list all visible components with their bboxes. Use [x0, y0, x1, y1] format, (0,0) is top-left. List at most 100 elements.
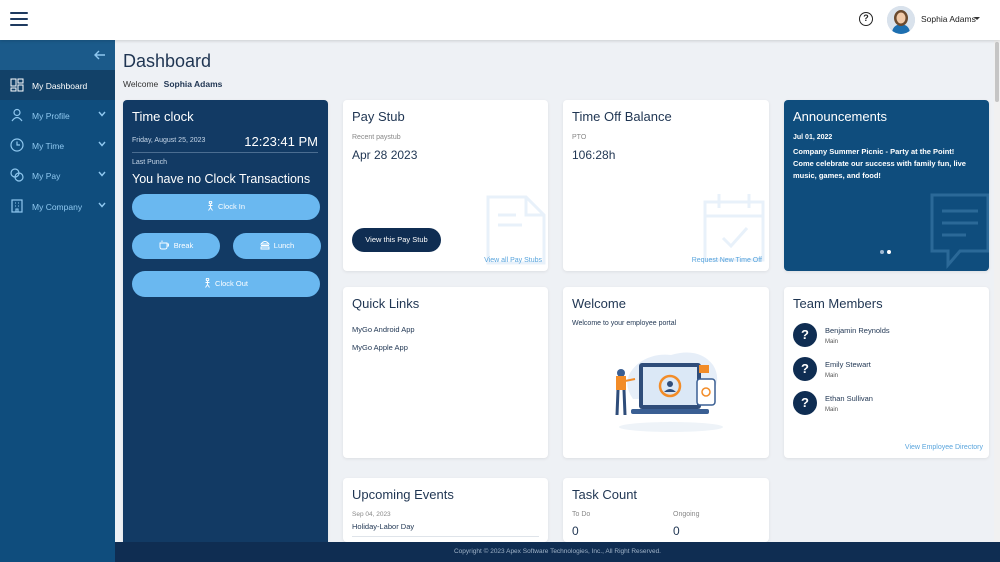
card-title: Quick Links	[352, 296, 420, 311]
divider	[132, 152, 318, 153]
team-member[interactable]: ? Ethan Sullivan Main	[793, 391, 973, 421]
announcement-date: Jul 01, 2022	[793, 134, 833, 141]
clock-in-button[interactable]: Clock In	[132, 194, 320, 220]
task-count-card: Task Count To Do 0 Ongoing 0	[563, 478, 769, 542]
view-employee-directory-link[interactable]: View Employee Directory	[905, 444, 983, 451]
burger-icon	[259, 241, 270, 250]
quick-link-item[interactable]: MyGo Android App	[352, 325, 415, 334]
card-title: Pay Stub	[352, 109, 405, 124]
sidebar-item-my-time[interactable]: My Time	[0, 130, 115, 160]
member-name: Ethan Sullivan	[825, 394, 873, 403]
welcome-text: Welcome to your employee portal	[572, 320, 677, 327]
chat-bubble-icon	[930, 193, 989, 270]
document-icon	[486, 195, 546, 265]
welcome-card: Welcome Welcome to your employee portal	[563, 287, 769, 458]
todo-label: To Do	[572, 511, 591, 518]
scrollbar[interactable]	[994, 40, 1000, 542]
member-location: Main	[825, 339, 839, 345]
announcement-text: Company Summer Picnic - Party at the Poi…	[793, 147, 966, 180]
card-title: Announcements	[793, 109, 887, 124]
member-name: Emily Stewart	[825, 360, 871, 369]
menu-icon[interactable]	[10, 12, 28, 28]
person-icon	[11, 108, 23, 122]
announcements-card: Announcements Jul 01, 2022 Company Summe…	[784, 100, 989, 271]
time-off-card: Time Off Balance PTO 106:28h Request New…	[563, 100, 769, 271]
request-time-off-link[interactable]: Request New Time Off	[692, 257, 762, 264]
chevron-down-icon	[98, 202, 106, 208]
clock-out-button[interactable]: Clock Out	[132, 271, 320, 297]
arrow-left-icon	[94, 50, 105, 60]
team-member[interactable]: ? Benjamin Reynolds Main	[793, 323, 973, 353]
scrollbar-thumb[interactable]	[995, 42, 999, 102]
lunch-label: Lunch	[273, 241, 295, 250]
sidebar-item-label: My Profile	[32, 111, 70, 121]
member-location: Main	[825, 407, 839, 413]
paystub-sub-label: Recent paystub	[352, 134, 401, 141]
carousel-dot[interactable]	[880, 250, 884, 254]
user-name[interactable]: Sophia Adams	[921, 14, 976, 24]
chevron-down-icon[interactable]	[974, 17, 980, 20]
member-location: Main	[825, 373, 839, 379]
team-member[interactable]: ? Emily Stewart Main	[793, 357, 973, 387]
event-name[interactable]: Holiday-Labor Day	[352, 522, 414, 531]
chevron-down-icon	[98, 171, 106, 177]
card-title: Welcome	[572, 296, 626, 311]
break-button[interactable]: Break	[132, 233, 220, 259]
quick-link-item[interactable]: MyGo Apple App	[352, 343, 408, 352]
sidebar-item-my-profile[interactable]: My Profile	[0, 100, 115, 130]
member-name: Benjamin Reynolds	[825, 326, 890, 335]
card-title: Upcoming Events	[352, 487, 454, 502]
sidebar: My Dashboard My Profile My Time My Pay M…	[0, 40, 115, 562]
divider	[352, 536, 539, 537]
break-label: Break	[173, 241, 194, 250]
chevron-down-icon	[98, 141, 106, 147]
unknown-user-icon: ?	[793, 357, 817, 381]
carousel-dots	[880, 241, 894, 259]
unknown-user-icon: ?	[793, 323, 817, 347]
building-icon	[11, 199, 23, 213]
sidebar-item-label: My Company	[32, 202, 83, 212]
clock-icon	[10, 138, 24, 152]
card-title: Team Members	[793, 296, 883, 311]
last-punch-value: You have no Clock Transactions	[132, 172, 311, 186]
pto-value: 106:28h	[572, 148, 616, 162]
sidebar-item-my-company[interactable]: My Company	[0, 191, 115, 221]
page-title: Dashboard	[123, 51, 212, 71]
clock-out-label: Clock Out	[215, 279, 248, 288]
sidebar-item-my-pay[interactable]: My Pay	[0, 160, 115, 190]
calendar-icon	[703, 194, 765, 262]
collapse-sidebar-button[interactable]	[0, 40, 115, 70]
coins-icon	[10, 168, 24, 182]
card-title: Time clock	[132, 109, 194, 124]
welcome-line: Welcome Sophia Adams	[123, 79, 222, 89]
dashboard-icon	[10, 78, 24, 92]
pto-label: PTO	[572, 134, 587, 141]
paystub-date: Apr 28 2023	[352, 148, 418, 162]
footer: Copyright © 2023 Apex Software Technolog…	[115, 542, 1000, 562]
help-icon[interactable]: ?	[859, 12, 873, 26]
lunch-button[interactable]: Lunch	[233, 233, 321, 259]
upcoming-events-card: Upcoming Events Sep 04, 2023 Holiday-Lab…	[343, 478, 548, 542]
sidebar-item-my-dashboard[interactable]: My Dashboard	[0, 70, 115, 100]
carousel-dot[interactable]	[887, 250, 891, 254]
chevron-down-icon	[98, 111, 106, 117]
sidebar-item-label: My Time	[32, 141, 65, 151]
event-date: Sep 04, 2023	[352, 511, 391, 518]
ongoing-value: 0	[673, 524, 680, 538]
view-all-pay-stubs-link[interactable]: View all Pay Stubs	[484, 257, 542, 264]
quick-links-card: Quick Links MyGo Android App MyGo Apple …	[343, 287, 548, 458]
ongoing-label: Ongoing	[673, 511, 700, 518]
person-walk-icon	[208, 201, 213, 211]
sidebar-item-label: My Pay	[32, 171, 61, 181]
portal-illustration	[615, 352, 723, 432]
top-bar: ? Sophia Adams	[0, 0, 1000, 40]
clock-in-label: Clock In	[217, 202, 246, 211]
coffee-icon	[159, 240, 169, 250]
current-time: 12:23:41 PM	[244, 134, 318, 149]
pay-stub-card: Pay Stub Recent paystub Apr 28 2023 View…	[343, 100, 548, 271]
card-title: Task Count	[572, 487, 638, 502]
todo-value: 0	[572, 524, 579, 538]
unknown-user-icon: ?	[793, 391, 817, 415]
avatar[interactable]	[887, 6, 915, 34]
view-pay-stub-button[interactable]: View this Pay Stub	[352, 228, 441, 252]
